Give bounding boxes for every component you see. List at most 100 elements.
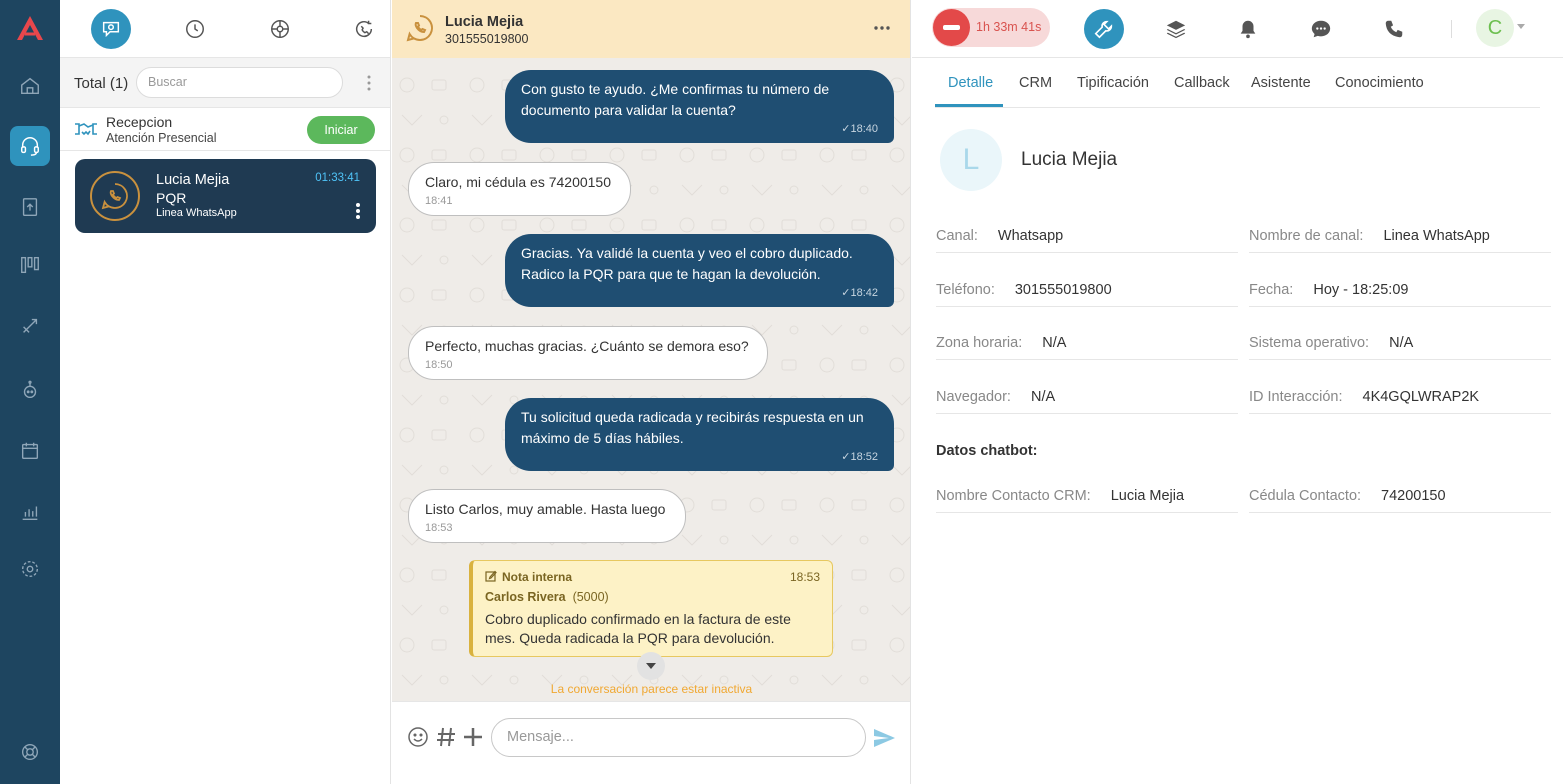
callback-button[interactable]: [344, 9, 384, 49]
nav-bot[interactable]: [10, 370, 50, 410]
note-author-ext: (5000): [572, 590, 609, 604]
chat-header: Lucia Mejia 301555019800: [392, 0, 910, 58]
conversation-avatar: [90, 171, 140, 221]
tab-asistente[interactable]: Asistente: [1251, 75, 1311, 91]
emoji-icon[interactable]: [406, 725, 430, 749]
tab-detalle[interactable]: Detalle: [948, 75, 993, 91]
layers-button[interactable]: [1156, 9, 1196, 49]
conversation-type: PQR: [156, 190, 187, 206]
tab-crm[interactable]: CRM: [1019, 75, 1052, 91]
active-tab-indicator: [935, 104, 1003, 107]
message-text: Perfecto, muchas gracias. ¿Cuánto se dem…: [425, 338, 749, 354]
field-label: Cédula Contacto:: [1249, 488, 1362, 504]
queue-panel: Total (1) Buscar Recepcion Atención Pres…: [60, 0, 391, 784]
field-label: Canal:: [936, 228, 978, 244]
field-zona-horaria: Zona horaria: N/A: [936, 335, 1238, 360]
field-sistema-operativo: Sistema operativo: N/A: [1249, 335, 1551, 360]
tools-button[interactable]: [1084, 9, 1124, 49]
queue-total: Total (1): [74, 75, 129, 92]
chat-contact-name: Lucia Mejia: [445, 14, 524, 30]
nav-help[interactable]: [10, 732, 50, 772]
internal-note: Nota interna 18:53 Carlos Rivera (5000) …: [469, 560, 833, 657]
field-value: Lucia Mejia: [1110, 488, 1185, 504]
start-button[interactable]: Iniciar: [307, 116, 375, 144]
field-fecha: Fecha: Hoy - 18:25:09: [1249, 282, 1551, 307]
field-nombre-canal: Nombre de canal: Linea WhatsApp: [1249, 228, 1551, 253]
chatbot-section-title: Datos chatbot:: [936, 443, 1038, 459]
field-value: N/A: [1042, 335, 1067, 351]
layers-icon: [1166, 20, 1186, 39]
hashtag-icon[interactable]: [434, 725, 458, 749]
chat-button[interactable]: [1301, 9, 1341, 49]
nav-kanban[interactable]: [10, 245, 50, 285]
agent-chat-button[interactable]: [91, 9, 131, 49]
omnichannel-icon: [271, 20, 289, 38]
scroll-down-button[interactable]: [637, 652, 665, 680]
reception-row: Recepcion Atención Presencial Iniciar: [60, 108, 390, 151]
compose-bar: Mensaje...: [392, 701, 910, 784]
card-menu-icon[interactable]: [356, 203, 360, 219]
notifications-button[interactable]: [1228, 9, 1268, 49]
message-outgoing: Gracias. Ya validé la cuenta y veo el co…: [505, 234, 894, 307]
user-menu-caret-icon[interactable]: [1517, 24, 1525, 29]
user-avatar[interactable]: C: [1476, 9, 1514, 47]
field-navegador: Navegador: N/A: [936, 389, 1238, 414]
field-value: Hoy - 18:25:09: [1313, 282, 1409, 298]
internal-note-author: Carlos Rivera (5000): [485, 590, 609, 604]
history-button[interactable]: [175, 9, 215, 49]
chat-contact-phone: 301555019800: [445, 32, 529, 46]
queue-search-input[interactable]: Buscar: [136, 67, 343, 98]
edit-note-icon: [485, 570, 497, 582]
nav-inbox[interactable]: [10, 187, 50, 227]
inbox-icon: [22, 198, 38, 216]
headset-icon: [21, 137, 39, 156]
phone-button[interactable]: [1374, 9, 1414, 49]
message-time: ✓18:42: [841, 287, 878, 299]
more-horizontal-icon[interactable]: [874, 26, 890, 30]
chevron-down-icon: [646, 663, 656, 669]
whatsapp-icon: [406, 15, 433, 42]
message-text: Claro, mi cédula es 74200150: [425, 174, 612, 190]
message-incoming: Perfecto, muchas gracias. ¿Cuánto se dem…: [408, 326, 768, 380]
tab-tipificacion[interactable]: Tipificación: [1077, 75, 1149, 91]
field-label: Teléfono:: [936, 282, 995, 298]
nav-reports[interactable]: [10, 492, 50, 532]
omnichannel-button[interactable]: [260, 9, 300, 49]
inactive-notice: La conversación parece estar inactiva: [550, 682, 753, 696]
toolbar-divider: [1451, 20, 1452, 38]
message-input[interactable]: Mensaje...: [491, 718, 866, 757]
send-icon[interactable]: [872, 726, 896, 750]
chat-bubble-icon: [1311, 20, 1331, 38]
field-value: 301555019800: [1014, 282, 1112, 298]
wrench-icon: [1094, 20, 1113, 39]
message-text: Listo Carlos, muy amable. Hasta luego: [425, 501, 666, 517]
bot-icon: [23, 380, 37, 399]
nav-home[interactable]: [10, 66, 50, 106]
tab-callback[interactable]: Callback: [1174, 75, 1230, 91]
field-value: 74200150: [1381, 488, 1446, 504]
nav-calendar[interactable]: [10, 431, 50, 471]
field-value: Whatsapp: [997, 228, 1064, 244]
message-text: Gracias. Ya validé la cuenta y veo el co…: [521, 245, 853, 282]
campaign-icon: [23, 318, 38, 333]
field-label: Nombre Contacto CRM:: [936, 488, 1091, 504]
active-conversation-card[interactable]: Lucia Mejia PQR Linea WhatsApp 01:33:41: [75, 159, 376, 233]
calendar-icon: [21, 442, 39, 460]
message-outgoing: Tu solicitud queda radicada y recibirás …: [505, 398, 894, 471]
handshake-icon: [75, 123, 97, 136]
reception-title: Recepcion: [106, 114, 173, 130]
nav-campaigns[interactable]: [10, 306, 50, 346]
logo-icon: [17, 16, 43, 40]
queue-options-icon[interactable]: [366, 74, 372, 92]
tab-conocimiento[interactable]: Conocimiento: [1335, 75, 1424, 91]
plus-icon[interactable]: [461, 725, 485, 749]
session-timer[interactable]: 1h 33m 41s: [932, 8, 1050, 47]
chat-panel: Lucia Mejia 301555019800 Con gusto te ay…: [392, 0, 911, 784]
details-panel: 1h 33m 41s C Detalle CRM Tipificación Ca…: [912, 0, 1563, 784]
nav-agent[interactable]: [10, 126, 50, 166]
nav-settings[interactable]: [10, 549, 50, 589]
stop-icon[interactable]: [933, 9, 970, 46]
message-incoming: Listo Carlos, muy amable. Hasta luego 18…: [408, 489, 686, 543]
session-timer-text: 1h 33m 41s: [976, 20, 1042, 34]
field-value: N/A: [1389, 335, 1414, 351]
